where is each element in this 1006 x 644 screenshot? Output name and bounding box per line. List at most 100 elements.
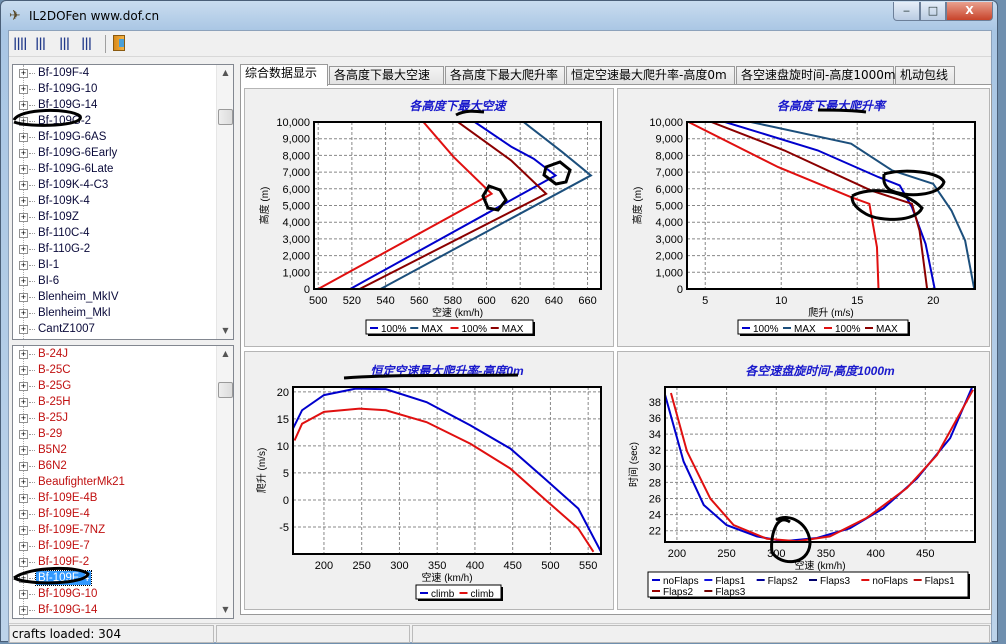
scroll-thumb[interactable] xyxy=(218,109,233,125)
expand-icon[interactable]: + xyxy=(19,574,28,583)
tree-node-label[interactable]: Bf-110G-2 xyxy=(36,242,92,256)
tree-node-label[interactable]: Bf-109Z xyxy=(36,210,81,224)
tree-node-label[interactable]: Bf-110C-4 xyxy=(36,226,92,240)
tree-node-label[interactable]: BI-1 xyxy=(36,258,61,272)
scroll-thumb[interactable] xyxy=(218,382,233,398)
tab-max-climb[interactable]: 各高度下最大爬升率 xyxy=(445,66,565,85)
title-bar[interactable]: ✈ IL2DOFen www.dof.cn ‒ □ X xyxy=(1,1,997,31)
tree-node-label[interactable]: CantZ506 xyxy=(36,338,91,339)
expand-icon[interactable]: + xyxy=(19,149,28,158)
tree-node-label[interactable]: Bf-109E-4B xyxy=(36,491,99,505)
tab-max-speed[interactable]: 各高度下最大空速 xyxy=(329,66,444,85)
tree-node-label[interactable]: Bf-109G-14 xyxy=(36,603,99,617)
scrollbar[interactable]: ▲ ▼ xyxy=(216,65,233,339)
layout-3-icon[interactable]: ||| xyxy=(59,36,70,50)
expand-icon[interactable]: + xyxy=(19,382,28,391)
expand-icon[interactable]: + xyxy=(19,261,28,270)
tree-connector xyxy=(29,466,35,467)
expand-icon[interactable]: + xyxy=(19,165,28,174)
expand-icon[interactable]: + xyxy=(19,309,28,318)
tree-node-label[interactable]: Bf-109G-6Late xyxy=(36,162,115,176)
tree-node-label[interactable]: Bf-109K-4 xyxy=(36,194,92,208)
maximize-button[interactable]: □ xyxy=(920,2,946,21)
tree-node-label[interactable]: BeaufighterMk21 xyxy=(36,475,127,489)
aircraft-tree-bottom[interactable]: + B-24J + B-25C + B-25G + B-25H + B-25J + B-29 + B5N2… xyxy=(12,345,234,619)
tree-node-label[interactable]: BI-6 xyxy=(36,274,61,288)
tree-node-label[interactable]: B-24J xyxy=(36,347,70,361)
minimize-button[interactable]: ‒ xyxy=(893,2,920,21)
tree-node-label[interactable]: B-25G xyxy=(36,379,73,393)
tab-overview[interactable]: 综合数据显示 xyxy=(240,64,328,86)
aircraft-tree-top[interactable]: + Bf-109F-4 + Bf-109G-10 + Bf-109G-14 + Bf-109G… xyxy=(12,64,234,340)
expand-icon[interactable]: + xyxy=(19,117,28,126)
scroll-up-icon[interactable]: ▲ xyxy=(217,346,233,362)
expand-icon[interactable]: + xyxy=(19,213,28,222)
tree-connector xyxy=(29,434,35,435)
expand-icon[interactable]: + xyxy=(19,181,28,190)
expand-icon[interactable]: + xyxy=(19,229,28,238)
tree-node-label[interactable]: Bf-109F-4 xyxy=(36,66,91,80)
expand-icon[interactable]: + xyxy=(19,69,28,78)
tree-node-label[interactable]: Bf-109G-2 xyxy=(36,114,93,128)
tab-flight-envelope[interactable]: 机动包线 xyxy=(895,66,955,85)
tree-node-label[interactable]: Bf-109E-7NZ xyxy=(36,523,107,537)
legend-label: 100% xyxy=(462,324,488,335)
expand-icon[interactable]: + xyxy=(19,293,28,302)
scroll-up-icon[interactable]: ▲ xyxy=(217,65,233,81)
expand-icon[interactable]: + xyxy=(19,277,28,286)
tree-node-label[interactable]: B-25J xyxy=(36,411,70,425)
tree-node-label[interactable]: Bf-109G-10 xyxy=(36,587,99,601)
expand-icon[interactable]: + xyxy=(19,101,28,110)
expand-icon[interactable]: + xyxy=(19,462,28,471)
tree-node-label[interactable]: CantZ1007 xyxy=(36,322,97,336)
tree-node-label[interactable]: Bf-109G-6AS xyxy=(36,130,108,144)
expand-icon[interactable]: + xyxy=(19,245,28,254)
tree-node-label[interactable]: Blenheim_MkIV xyxy=(36,290,121,304)
tree-node-label[interactable]: B-25C xyxy=(36,363,73,377)
expand-icon[interactable]: + xyxy=(19,446,28,455)
expand-icon[interactable]: + xyxy=(19,366,28,375)
expand-icon[interactable]: + xyxy=(19,325,28,334)
scroll-down-icon[interactable]: ▼ xyxy=(217,323,233,339)
expand-icon[interactable]: + xyxy=(19,558,28,567)
expand-icon[interactable]: + xyxy=(19,542,28,551)
expand-icon[interactable]: + xyxy=(19,526,28,535)
expand-icon[interactable]: + xyxy=(19,414,28,423)
expand-icon[interactable]: + xyxy=(19,85,28,94)
scrollbar[interactable]: ▲ ▼ xyxy=(216,346,233,618)
tree-node-label[interactable]: Bf-109K-4-C3 xyxy=(36,178,110,192)
expand-icon[interactable]: + xyxy=(19,350,28,359)
expand-icon[interactable]: + xyxy=(19,494,28,503)
tab-turn-time[interactable]: 各空速盘旋时间-高度1000m xyxy=(736,66,896,85)
layout-2-icon[interactable]: ||| xyxy=(35,36,46,50)
expand-icon[interactable]: + xyxy=(19,606,28,615)
tree-node-label[interactable]: Bf-109G-10 xyxy=(36,82,99,96)
tree-node-label[interactable]: Bf-109G-6Early xyxy=(36,146,119,160)
expand-icon[interactable]: + xyxy=(19,430,28,439)
scroll-down-icon[interactable]: ▼ xyxy=(217,602,233,618)
layout-1-icon[interactable]: |||| xyxy=(13,36,27,50)
tree-connector xyxy=(29,329,35,330)
tree-node-label[interactable]: Blenheim_MkI xyxy=(36,306,113,320)
chart-max-speed: 500 520 540 560 580 600 620 640 660 0 1,000 2,000 3,… xyxy=(244,88,614,347)
expand-icon[interactable]: + xyxy=(19,197,28,206)
close-button[interactable]: X xyxy=(946,2,993,21)
expand-icon[interactable]: + xyxy=(19,590,28,599)
tree-node-label[interactable]: Bf-109E-4 xyxy=(36,507,92,521)
layout-4-icon[interactable]: ||| xyxy=(81,36,92,50)
tree-node-label[interactable]: Bf-109F-4 xyxy=(34,570,93,586)
tree-node-label[interactable]: B-29 xyxy=(36,427,64,441)
tree-node-label[interactable]: B6N2 xyxy=(36,459,69,473)
expand-icon[interactable]: + xyxy=(19,510,28,519)
tree-node-label[interactable]: B5N2 xyxy=(36,443,69,457)
tab-climb-vs-speed[interactable]: 恒定空速最大爬升率-高度0m xyxy=(566,66,735,85)
expand-icon[interactable]: + xyxy=(19,133,28,142)
tree-node-label[interactable]: B-25H xyxy=(36,395,73,409)
expand-icon[interactable]: + xyxy=(19,478,28,487)
exit-door-icon[interactable] xyxy=(113,35,125,51)
expand-icon[interactable]: + xyxy=(19,398,28,407)
tree-node-label[interactable]: Bf-109E-7 xyxy=(36,539,92,553)
y-tick-label: 3,000 xyxy=(282,234,310,246)
tree-node-label[interactable]: Bf-109G-14 xyxy=(36,98,99,112)
tree-node-label[interactable]: Bf-109F-2 xyxy=(36,555,91,569)
